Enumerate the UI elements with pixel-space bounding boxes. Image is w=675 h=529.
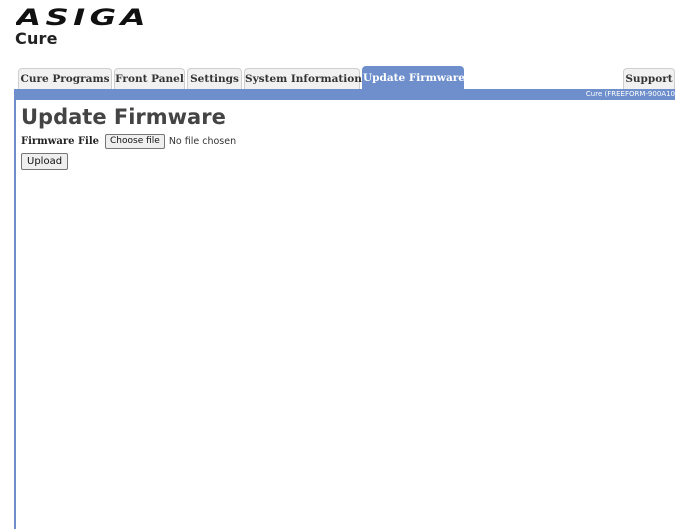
- header-background: [0, 24, 675, 64]
- logo-text: ASIGA: [16, 8, 150, 28]
- tab-system-information[interactable]: System Information: [244, 68, 362, 89]
- firmware-file-label: Firmware File: [21, 135, 100, 147]
- firmware-file-row: Firmware File Choose file No file chosen: [21, 133, 236, 149]
- tab-front-panel[interactable]: Front Panel: [114, 68, 185, 89]
- device-status-text: Cure (FREEFORM-900A10: [585, 90, 675, 98]
- tab-settings[interactable]: Settings: [187, 68, 242, 89]
- status-bar: Cure (FREEFORM-900A10: [14, 89, 675, 100]
- tab-cure-programs[interactable]: Cure Programs: [18, 68, 112, 89]
- app-title: Cure: [15, 29, 58, 48]
- tab-bar: Cure Programs Front Panel Settings Syste…: [14, 64, 675, 89]
- page-title: Update Firmware: [21, 105, 226, 129]
- tab-update-firmware[interactable]: Update Firmware: [362, 66, 465, 89]
- no-file-chosen-text: No file chosen: [168, 135, 237, 147]
- choose-file-button[interactable]: Choose file: [105, 133, 165, 149]
- asiga-logo: ASIGA: [16, 8, 156, 28]
- tab-support[interactable]: Support: [623, 68, 675, 89]
- main-content: [14, 100, 675, 529]
- upload-button[interactable]: Upload: [21, 153, 69, 170]
- content-left-border: [14, 100, 16, 529]
- asiga-logo-icon: ASIGA: [16, 8, 150, 28]
